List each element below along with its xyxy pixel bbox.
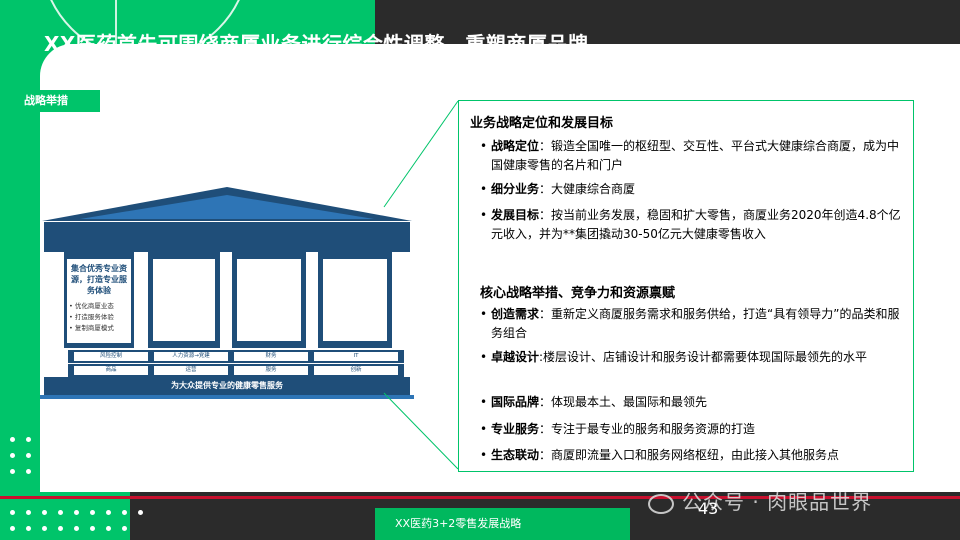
wechat-icon xyxy=(648,493,674,514)
item-label: 战略定位 xyxy=(491,139,540,153)
watermark: 公众号 · 肉眼品世界 xyxy=(648,486,872,515)
pillar-2-panel xyxy=(152,258,216,342)
bullet: • xyxy=(480,307,488,321)
bullet: • xyxy=(480,422,488,436)
footer-text: XX医药3+2零售发展战略 xyxy=(395,517,522,530)
callout-lines xyxy=(383,100,459,470)
pillar-1-list: 优化商厦业态 打造服务体验 复制商厦模式 xyxy=(69,301,129,334)
section-1-title: 业务战略定位和发展目标 xyxy=(470,116,614,131)
band-cell: 服务 xyxy=(234,366,308,375)
pillar-1-item: 复制商厦模式 xyxy=(69,323,129,334)
list-item: • 战略定位：锻造全国唯一的枢纽型、交互性、平台式大健康综合商厦，成为中国健康零… xyxy=(480,137,910,175)
item-text: ：按当前业务发展，稳固和扩大零售，商厦业务2020年创造4.8个亿元收入，并为*… xyxy=(491,208,901,241)
pillar-1-title: 集合优秀专业资源，打造专业服务体验 xyxy=(71,264,127,295)
section-2-title: 核心战略举措、竞争力和资源禀赋 xyxy=(480,286,676,301)
temple-base: 为大众提供专业的健康零售服务 xyxy=(44,377,410,395)
item-label: 卓越设计 xyxy=(491,350,540,364)
band-cell: 财务 xyxy=(234,352,308,361)
pillar-3-panel xyxy=(236,258,302,342)
band-cell: 人力资源→党建 xyxy=(154,352,228,361)
item-label: 创造需求 xyxy=(491,307,540,321)
band-cell: 风险控制 xyxy=(74,352,148,361)
temple-foot xyxy=(40,395,414,399)
page-number: 43 xyxy=(698,499,719,518)
item-label: 国际品牌 xyxy=(491,395,540,409)
temple-beam xyxy=(44,222,410,252)
band-cell: 商品 xyxy=(74,366,148,375)
item-label: 细分业务 xyxy=(491,182,540,196)
item-text: ：商厦即流量入口和服务网络枢纽，由此接入其他服务点 xyxy=(539,448,840,462)
section-tag: 战略举措 xyxy=(18,90,100,112)
list-item: • 发展目标：按当前业务发展，稳固和扩大零售，商厦业务2020年创造4.8个亿元… xyxy=(480,206,910,244)
item-label: 发展目标 xyxy=(491,208,540,222)
item-text: ：大健康综合商厦 xyxy=(539,182,636,196)
list-item: • 国际品牌：体现最本土、最国际和最领先 xyxy=(480,393,910,412)
pillar-4-panel xyxy=(322,258,388,342)
list-item: • 细分业务：大健康综合商厦 xyxy=(480,180,910,199)
item-text: ：体现最本土、最国际和最领先 xyxy=(539,395,708,409)
list-item: • 卓越设计:楼层设计、店铺设计和服务设计都需要体现国际最领先的水平 xyxy=(480,348,910,367)
item-text: ：重新定义商厦服务需求和服务供给，打造“具有领导力”的品类和服务组合 xyxy=(491,307,900,340)
bullet: • xyxy=(480,139,488,153)
bullet: • xyxy=(480,395,488,409)
item-label: 生态联动 xyxy=(491,448,540,462)
bullet: • xyxy=(480,448,488,462)
item-text: :楼层设计、店铺设计和服务设计都需要体现国际最领先的水平 xyxy=(539,350,868,364)
support-band-bottom: 商品 运营 服务 创新 xyxy=(68,364,404,377)
list-item: • 生态联动：商厦即流量入口和服务网络枢纽，由此接入其他服务点 xyxy=(480,446,910,465)
list-item: • 创造需求：重新定义商厦服务需求和服务供给，打造“具有领导力”的品类和服务组合 xyxy=(480,305,910,343)
bullet: • xyxy=(480,350,488,364)
bullet: • xyxy=(480,208,488,222)
support-band-top: 风险控制 人力资源→党建 财务 IT xyxy=(68,350,404,363)
pillar-1-item: 打造服务体验 xyxy=(69,312,129,323)
item-text: ：锻造全国唯一的枢纽型、交互性、平台式大健康综合商厦，成为中国健康零售的名片和门… xyxy=(491,139,900,172)
band-cell: 运营 xyxy=(154,366,228,375)
pillar-1-item: 优化商厦业态 xyxy=(69,301,129,312)
item-label: 专业服务 xyxy=(491,422,540,436)
item-text: ：专注于最专业的服务和服务资源的打造 xyxy=(539,422,756,436)
list-item: • 专业服务：专注于最专业的服务和服务资源的打造 xyxy=(480,420,910,439)
bullet: • xyxy=(480,182,488,196)
